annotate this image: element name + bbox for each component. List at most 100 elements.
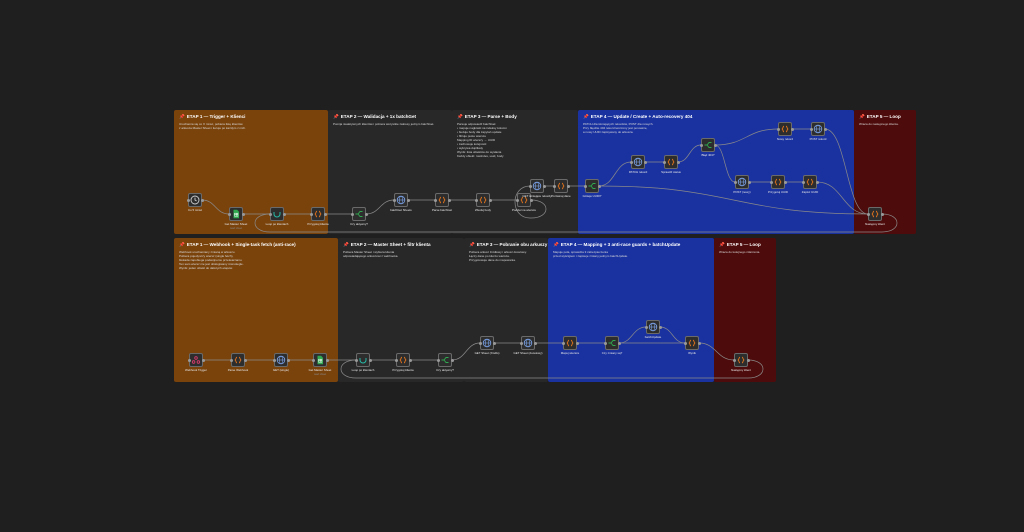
input-port[interactable] bbox=[311, 358, 315, 362]
input-port[interactable] bbox=[436, 358, 440, 362]
workflow-node[interactable] bbox=[605, 336, 619, 350]
output-port[interactable] bbox=[542, 184, 546, 188]
input-port[interactable] bbox=[699, 143, 703, 147]
workflow-node[interactable] bbox=[735, 175, 749, 189]
input-port[interactable] bbox=[309, 212, 313, 216]
output-port[interactable] bbox=[488, 198, 492, 202]
output-port[interactable] bbox=[325, 358, 329, 362]
workflow-canvas[interactable]: 📌 ETAP 1 — Trigger + Klienci Uruchamia si… bbox=[0, 0, 1024, 532]
input-port[interactable] bbox=[227, 212, 231, 216]
input-port[interactable] bbox=[272, 358, 276, 362]
workflow-node[interactable] bbox=[313, 353, 327, 367]
input-port[interactable] bbox=[629, 160, 633, 164]
workflow-node[interactable] bbox=[189, 353, 203, 367]
workflow-node[interactable] bbox=[480, 336, 494, 350]
workflow-node[interactable] bbox=[685, 336, 699, 350]
output-port[interactable] bbox=[643, 160, 647, 164]
input-port[interactable] bbox=[769, 180, 773, 184]
input-port[interactable] bbox=[354, 358, 358, 362]
sticky-note-stage-3[interactable]: 📌 ETAP 3 — Parse + Body Parsuje odpowiedź… bbox=[452, 110, 578, 234]
output-port[interactable] bbox=[747, 180, 751, 184]
input-port[interactable] bbox=[268, 212, 272, 216]
output-port[interactable] bbox=[566, 184, 570, 188]
workflow-node[interactable] bbox=[435, 193, 449, 207]
input-port[interactable] bbox=[776, 127, 780, 131]
output-port[interactable] bbox=[241, 212, 245, 216]
input-port[interactable] bbox=[474, 198, 478, 202]
input-port[interactable] bbox=[515, 198, 519, 202]
workflow-node[interactable] bbox=[631, 155, 645, 169]
input-port[interactable] bbox=[552, 184, 556, 188]
input-port[interactable] bbox=[732, 358, 736, 362]
output-port[interactable] bbox=[447, 198, 451, 202]
output-port[interactable] bbox=[243, 358, 247, 362]
workflow-node[interactable] bbox=[778, 122, 792, 136]
input-port[interactable] bbox=[350, 212, 354, 216]
output-port[interactable] bbox=[492, 341, 496, 345]
output-port[interactable] bbox=[617, 341, 621, 345]
workflow-node[interactable] bbox=[811, 122, 825, 136]
workflow-node[interactable] bbox=[396, 353, 410, 367]
input-port[interactable] bbox=[561, 341, 565, 345]
input-port[interactable] bbox=[186, 198, 190, 202]
workflow-node[interactable] bbox=[734, 353, 748, 367]
output-port[interactable] bbox=[658, 325, 662, 329]
output-port[interactable] bbox=[697, 341, 701, 345]
input-port[interactable] bbox=[394, 358, 398, 362]
sticky-note-stage-4-mapping[interactable]: 📌 ETAP 4 — Mapping + 3 anti-race guards +… bbox=[548, 238, 714, 382]
workflow-node[interactable] bbox=[664, 155, 678, 169]
output-port[interactable] bbox=[790, 127, 794, 131]
input-port[interactable] bbox=[433, 198, 437, 202]
output-port[interactable] bbox=[406, 198, 410, 202]
output-port[interactable] bbox=[746, 358, 750, 362]
sticky-note-stage-5[interactable]: 📌 ETAP 5 — Loop Wraca do następnego klien… bbox=[854, 110, 916, 234]
input-port[interactable] bbox=[866, 212, 870, 216]
input-port[interactable] bbox=[392, 198, 396, 202]
input-port[interactable] bbox=[809, 127, 813, 131]
workflow-node[interactable] bbox=[229, 207, 243, 221]
workflow-node[interactable] bbox=[701, 138, 715, 152]
workflow-node[interactable] bbox=[311, 207, 325, 221]
input-port[interactable] bbox=[644, 325, 648, 329]
workflow-node[interactable] bbox=[803, 175, 817, 189]
output-port[interactable] bbox=[282, 212, 286, 216]
output-port[interactable] bbox=[676, 160, 680, 164]
workflow-node[interactable] bbox=[270, 207, 284, 221]
output-port[interactable] bbox=[408, 358, 412, 362]
workflow-node[interactable] bbox=[771, 175, 785, 189]
workflow-node[interactable] bbox=[352, 207, 366, 221]
workflow-node[interactable] bbox=[521, 336, 535, 350]
workflow-node[interactable] bbox=[646, 320, 660, 334]
input-port[interactable] bbox=[478, 341, 482, 345]
input-port[interactable] bbox=[519, 341, 523, 345]
workflow-node[interactable] bbox=[476, 193, 490, 207]
output-port[interactable] bbox=[286, 358, 290, 362]
sticky-note-stage-1[interactable]: 📌 ETAP 1 — Trigger + Klienci Uruchamia si… bbox=[174, 110, 328, 234]
output-port[interactable] bbox=[783, 180, 787, 184]
output-port[interactable] bbox=[200, 198, 204, 202]
output-port[interactable] bbox=[597, 184, 601, 188]
workflow-node[interactable] bbox=[563, 336, 577, 350]
input-port[interactable] bbox=[683, 341, 687, 345]
output-port[interactable] bbox=[529, 198, 533, 202]
input-port[interactable] bbox=[583, 184, 587, 188]
workflow-node[interactable] bbox=[188, 193, 202, 207]
output-port[interactable] bbox=[880, 212, 884, 216]
input-port[interactable] bbox=[801, 180, 805, 184]
input-port[interactable] bbox=[229, 358, 233, 362]
output-port[interactable] bbox=[323, 212, 327, 216]
output-port[interactable] bbox=[713, 143, 717, 147]
output-port[interactable] bbox=[575, 341, 579, 345]
sticky-note-stage-2[interactable]: 📌 ETAP 2 — Walidacja + 1x batchGet Pomija… bbox=[328, 110, 452, 234]
output-port[interactable] bbox=[201, 358, 205, 362]
output-port[interactable] bbox=[815, 180, 819, 184]
workflow-node[interactable] bbox=[868, 207, 882, 221]
workflow-node[interactable] bbox=[585, 179, 599, 193]
input-port[interactable] bbox=[733, 180, 737, 184]
sticky-note-stage-3-sheets[interactable]: 📌 ETAP 3 — Pobranie obu arkuszy Pobiera a… bbox=[464, 238, 548, 382]
input-port[interactable] bbox=[187, 358, 191, 362]
output-port[interactable] bbox=[823, 127, 827, 131]
output-port[interactable] bbox=[533, 341, 537, 345]
workflow-node[interactable] bbox=[274, 353, 288, 367]
output-port[interactable] bbox=[368, 358, 372, 362]
